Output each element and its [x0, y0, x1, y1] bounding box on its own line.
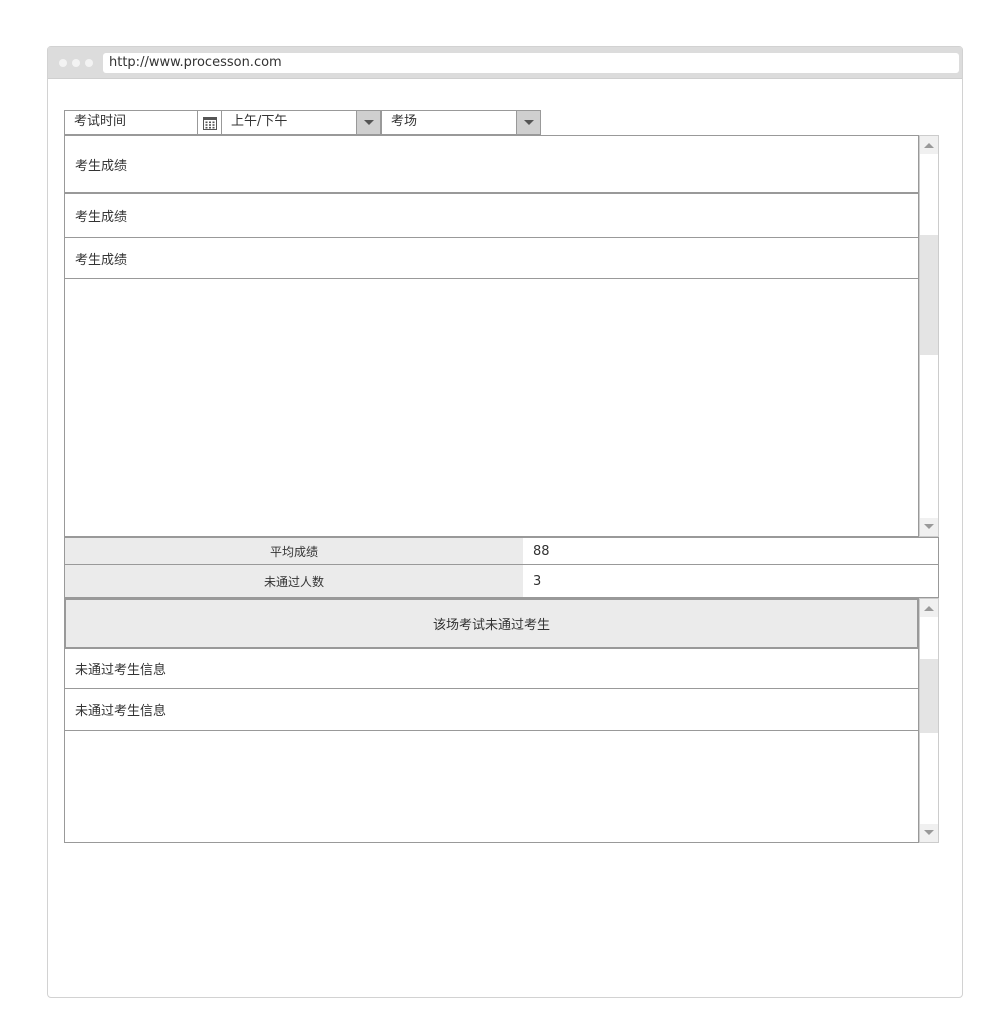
address-bar[interactable]: http://www.processon.com: [103, 53, 959, 73]
failed-students-list: 未通过考生信息 未通过考生信息: [64, 648, 919, 843]
period-select[interactable]: 上午/下午: [221, 110, 381, 135]
scrollbar-thumb[interactable]: [920, 659, 938, 733]
list-item-label: 考生成绩: [75, 210, 128, 225]
scroll-down-icon[interactable]: [920, 824, 938, 842]
exam-room-select-value: 考场: [391, 114, 418, 129]
list-item[interactable]: 未通过考生信息: [65, 689, 918, 731]
period-select-value: 上午/下午: [231, 114, 288, 129]
exam-time-picker[interactable]: 考试时间: [64, 110, 222, 135]
failed-count-label: 未通过人数: [64, 564, 524, 598]
browser-titlebar: http://www.processon.com: [48, 47, 962, 79]
scroll-down-icon[interactable]: [920, 518, 938, 536]
scores-list-scrollbar[interactable]: [919, 135, 939, 537]
list-item[interactable]: 未通过考生信息: [65, 649, 918, 689]
scroll-up-icon[interactable]: [920, 599, 938, 617]
scrollbar-thumb[interactable]: [920, 235, 938, 355]
list-item[interactable]: 考生成绩: [65, 238, 918, 279]
list-item-label: 未通过考生信息: [75, 663, 167, 678]
exam-room-select[interactable]: 考场: [381, 110, 541, 135]
window-control-dot[interactable]: [85, 59, 93, 67]
failed-section-title: 该场考试未通过考生: [64, 598, 919, 649]
failed-count-value: 3: [523, 564, 939, 598]
scroll-up-icon[interactable]: [920, 136, 938, 154]
chevron-down-icon[interactable]: [516, 111, 540, 134]
exam-time-label: 考试时间: [74, 114, 127, 129]
scores-list: 考生成绩 考生成绩 考生成绩: [64, 135, 919, 537]
list-item[interactable]: 考生成绩: [65, 194, 918, 238]
window-control-dot[interactable]: [72, 59, 80, 67]
average-score-label: 平均成绩: [64, 537, 524, 565]
calendar-icon[interactable]: [197, 111, 221, 134]
chevron-down-icon[interactable]: [356, 111, 380, 134]
list-item-label: 考生成绩: [75, 252, 128, 268]
average-score-value: 88: [523, 537, 939, 565]
list-item-label: 考生成绩: [75, 158, 128, 174]
failed-list-scrollbar[interactable]: [919, 598, 939, 843]
window-control-dot[interactable]: [59, 59, 67, 67]
list-item-label: 未通过考生信息: [75, 704, 167, 719]
list-item[interactable]: 考生成绩: [65, 136, 918, 194]
